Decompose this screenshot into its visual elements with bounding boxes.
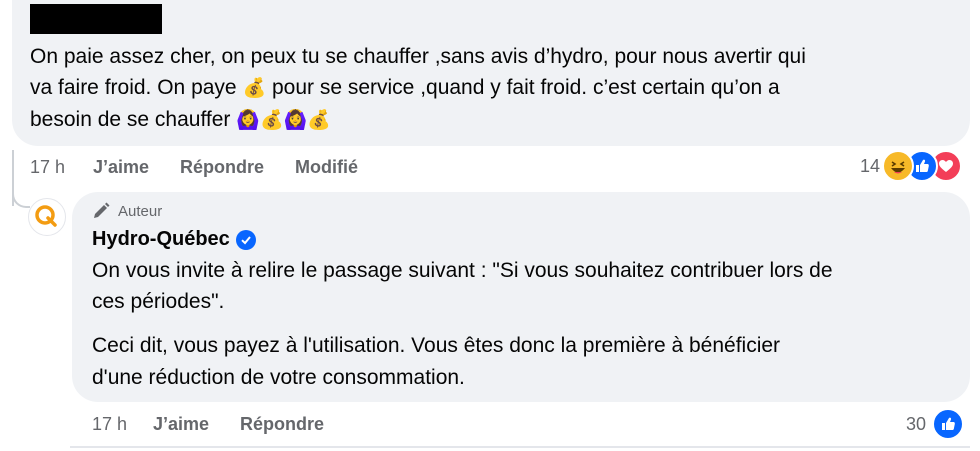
reaction-count[interactable]: 30 [906,414,926,435]
timestamp[interactable]: 17 h [30,157,65,178]
hydro-quebec-logo-icon [35,205,57,227]
verified-badge-icon [235,229,256,250]
reply-actions: 17 h J’aime Répondre [92,414,392,436]
author-name[interactable]: Hydro-Québec [92,228,256,251]
comment-text-segment: besoin de se chauffer [30,108,231,131]
reply-button[interactable]: Répondre [240,414,324,435]
like-button[interactable]: J’aime [93,157,149,178]
redacted-username [30,4,162,34]
reaction-count[interactable]: 14 [860,156,880,177]
haha-icon[interactable] [882,150,914,182]
comment-text-line-2: va faire froid. On paye 💰 pour se servic… [30,72,780,104]
comment-text-segment: pour se service ,quand y fait froid. c’e… [266,76,780,99]
person-gesturing-ok-emoji: 🙆‍♀️ [236,110,260,131]
thread-connector [12,190,30,208]
timestamp[interactable]: 17 h [92,414,127,435]
author-name-text[interactable]: Hydro-Québec [92,228,230,251]
money-bag-emoji: 💰 [307,110,331,131]
money-bag-emoji: 💰 [242,78,267,99]
reply-text-line-1: On vous invite à relire le passage suiva… [92,259,833,282]
reply-text-line-4: d'une réduction de votre consommation. [92,366,465,389]
money-bag-emoji: 💰 [259,110,284,131]
hydro-quebec-avatar[interactable] [28,198,66,236]
person-gesturing-ok-emoji: 🙆‍♀️ [283,110,308,131]
reply-text-line-2: ces périodes". [92,290,225,313]
author-badge-label: Auteur [118,202,163,220]
reply-button[interactable]: Répondre [180,157,264,178]
divider [70,446,970,448]
edited-label[interactable]: Modifié [295,157,358,178]
like-icon[interactable] [932,408,964,440]
like-button[interactable]: J’aime [153,414,209,435]
comment-text-line-1: On paie assez cher, on peux tu se chauff… [30,45,806,68]
comment-text-segment: va faire froid. On paye [30,76,237,99]
comment-text-line-3: besoin de se chauffer 🙆‍♀️💰🙆‍♀️💰 [30,104,331,136]
author-badge: Auteur [92,202,162,220]
pencil-icon [94,202,110,218]
reply-text-line-3: Ceci dit, vous payez à l'utilisation. Vo… [92,334,781,357]
comment-actions: 17 h J’aime Répondre Modifié [30,157,430,179]
